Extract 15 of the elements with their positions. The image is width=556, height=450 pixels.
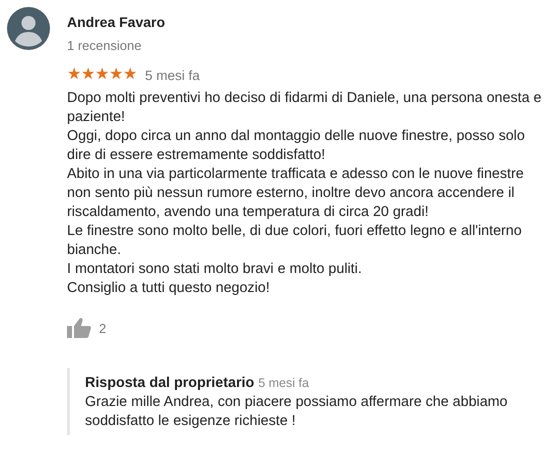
author-name[interactable]: Andrea Favaro (67, 14, 549, 30)
star-icon: ★ (109, 67, 123, 83)
reply-text: Grazie mille Andrea, con piacere possiamo affermare che abbiamo soddisfatto le esigenze richieste ! (85, 393, 509, 431)
thumbs-up-icon[interactable] (67, 318, 91, 338)
reply-title: Risposta dal proprietario (85, 375, 254, 391)
review-text: Dopo molti preventivi ho deciso di fidarmi di Daniele, una persona onesta e paziente! Oggi, dopo circa un anno dal montaggio delle nuove finestre, posso solo dire di essere estremamente soddisfatto! Abito in una via particolarmente trafficata e adesso con le nuove finestre non sento più nessun rumore esterno, inoltre devo ancora accendere il riscaldamento, avendo una temperatura di circa 20 gradi! Le finestre sono molto belle, di due colori, fuori effetto legno e all'interno bianche. I montatori sono stati molto bravi e molto puliti. Consiglio a tutti questo negozio! (67, 89, 542, 298)
star-icon: ★ (81, 67, 95, 83)
star-icon: ★ (123, 67, 137, 83)
review-count: 1 recensione (67, 38, 142, 53)
review-time: 5 mesi fa (145, 68, 200, 82)
star-icon: ★ (95, 67, 109, 83)
reply-time: 5 mesi fa (258, 376, 309, 390)
avatar-icon (7, 7, 50, 50)
like-count: 2 (99, 320, 106, 336)
star-icon: ★ (67, 67, 81, 83)
